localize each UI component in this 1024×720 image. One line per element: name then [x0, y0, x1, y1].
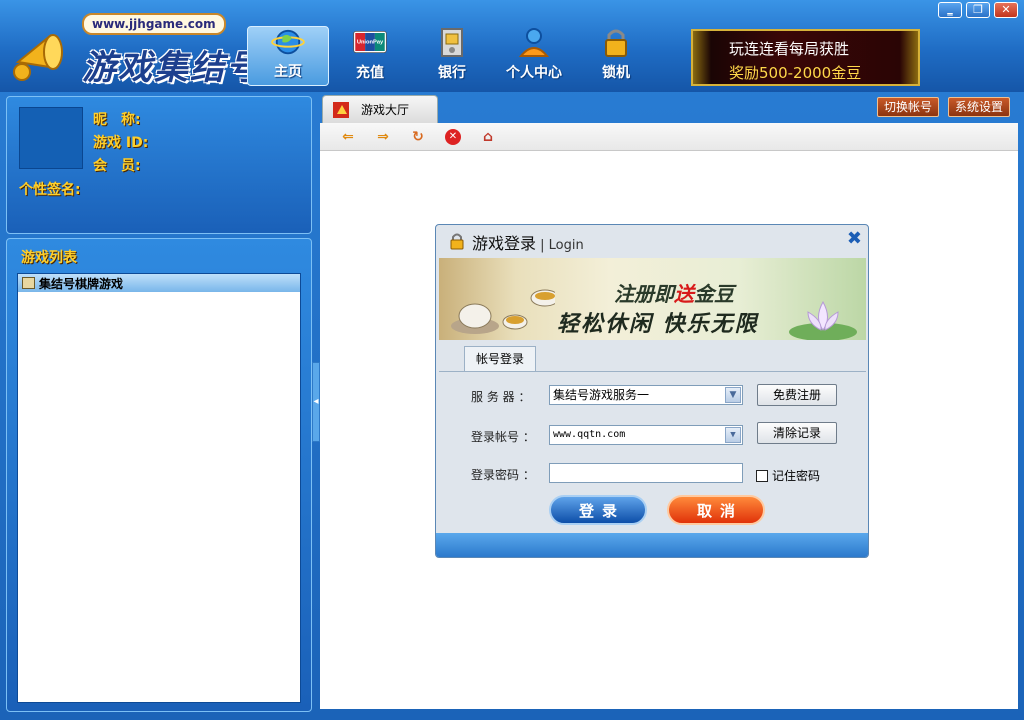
server-label: 服 务 器 ：: [471, 390, 531, 404]
nav-lock-label: 锁机: [602, 65, 630, 81]
nav-recharge[interactable]: UnionPay 充值: [329, 26, 411, 86]
back-icon[interactable]: ⇐: [340, 129, 356, 145]
nickname-label: 昵 称:: [93, 112, 141, 128]
switch-account-button[interactable]: 切换帐号: [877, 97, 940, 117]
dialog-banner: 注册即送金豆 轻松休闲 快乐无限: [439, 258, 866, 340]
chevron-down-icon[interactable]: ▼: [725, 427, 741, 443]
nav-bank[interactable]: 银行: [411, 26, 493, 86]
avatar[interactable]: [19, 107, 83, 169]
banner-line1: 注册即送金豆: [614, 278, 734, 307]
nav-home[interactable]: 主页: [247, 26, 329, 86]
tab-label: 游戏大厅: [361, 103, 410, 117]
system-settings-button[interactable]: 系统设置: [948, 97, 1011, 117]
forward-icon[interactable]: ⇒: [375, 129, 391, 145]
dialog-title-sub: | Login: [536, 238, 584, 253]
cancel-button[interactable]: 取消: [667, 495, 765, 525]
close-window-button[interactable]: ✕: [994, 2, 1018, 18]
nav-recharge-label: 充值: [356, 65, 384, 81]
server-select[interactable]: 集结号游戏服务一 ▼: [549, 385, 743, 405]
window-controls: ‗ ❐ ✕: [938, 2, 1018, 18]
game-list-panel: 游戏列表 集结号棋牌游戏: [6, 238, 312, 712]
remember-label: 记住密码: [772, 469, 821, 483]
dialog-title: 游戏登录 | Login: [472, 230, 584, 254]
promo-line2: 奖励500-2000金豆: [729, 64, 862, 82]
bank-icon: [441, 28, 463, 57]
nav-bank-label: 银行: [438, 65, 466, 81]
nav-home-label: 主页: [274, 64, 302, 80]
dialog-title-main: 游戏登录: [472, 234, 537, 253]
server-select-value: 集结号游戏服务一: [553, 388, 650, 402]
lock-icon: [450, 233, 464, 250]
login-dialog: 游戏登录 | Login ✖ 注册即送金豆 轻松休闲 快乐无限 帐号登录 服 务…: [435, 224, 869, 558]
game-list-title: 游戏列表: [21, 250, 77, 266]
globe-icon: [271, 29, 305, 55]
banner-line1-red: 送: [674, 282, 694, 306]
tab-account-login[interactable]: 帐号登录: [464, 346, 536, 372]
list-item[interactable]: 集结号棋牌游戏: [18, 274, 300, 292]
remember-password[interactable]: 记住密码: [756, 467, 820, 484]
remember-checkbox[interactable]: [756, 469, 768, 482]
padlock-icon: [605, 29, 627, 57]
banner-line2: 轻松休闲 快乐无限: [557, 311, 759, 337]
free-register-button[interactable]: 免费注册: [757, 384, 837, 406]
chevron-down-icon[interactable]: ▼: [725, 387, 741, 403]
site-url-badge[interactable]: www.jjhgame.com: [82, 13, 226, 35]
panel-collapse-handle[interactable]: ◂: [312, 362, 320, 442]
nav-user-center-label: 个人中心: [506, 65, 562, 81]
lobby-tab-icon: [333, 101, 349, 118]
dialog-footer: [436, 533, 868, 557]
account-label: 登录帐号 ：: [471, 430, 535, 444]
account-select-value: www.qqtn.com: [553, 429, 626, 440]
password-field[interactable]: [549, 463, 743, 483]
header-bar: www.jjhgame.com 游戏集结号 主页 UnionPay 充值 银行 …: [0, 0, 1024, 92]
member-label: 会 员:: [93, 158, 141, 174]
minimize-button[interactable]: ‗: [938, 2, 962, 18]
clear-records-button[interactable]: 清除记录: [757, 422, 837, 444]
account-select[interactable]: www.qqtn.com ▼: [549, 425, 743, 445]
nav-lock[interactable]: 锁机: [575, 26, 657, 86]
close-icon[interactable]: ✖: [847, 228, 862, 249]
user-center-icon: [518, 28, 550, 57]
game-item-label: 集结号棋牌游戏: [39, 276, 124, 291]
user-info-panel: 昵 称: 游戏 ID: 会 员: 个性签名:: [6, 96, 312, 234]
app-logo-text: 游戏集结号: [82, 48, 252, 88]
promo-line1: 玩连连看每局获胜: [729, 40, 850, 58]
svg-text:UnionPay: UnionPay: [357, 40, 384, 46]
tea-set-icon: [451, 289, 555, 334]
login-button[interactable]: 登录: [549, 495, 647, 525]
game-id-label: 游戏 ID:: [93, 135, 149, 151]
lotus-icon: [789, 300, 857, 340]
refresh-icon[interactable]: ↻: [410, 129, 426, 145]
login-form: 服 务 器 ： 集结号游戏服务一 ▼ 免费注册 登录帐号 ： www.qqtn.…: [439, 371, 866, 531]
banner-line1-a: 注册即: [614, 282, 674, 306]
nav-user-center[interactable]: 个人中心: [493, 26, 575, 86]
banner-line1-b: 金豆: [694, 282, 734, 306]
main-nav: 主页 UnionPay 充值 银行 个人中心 锁机: [247, 26, 657, 86]
horn-logo-icon: [13, 34, 63, 81]
browser-toolbar: ⇐ ⇒ ↻ ✕ ⌂: [320, 123, 1018, 151]
game-list-box: 集结号棋牌游戏: [17, 273, 301, 703]
unionpay-card-icon: UnionPay: [353, 30, 387, 54]
restore-button[interactable]: ❐: [966, 2, 990, 18]
tab-game-lobby[interactable]: 游戏大厅: [322, 95, 438, 123]
home-icon[interactable]: ⌂: [480, 129, 496, 145]
game-item-icon: [22, 277, 35, 289]
password-label: 登录密码 ：: [471, 468, 535, 482]
app-window: www.jjhgame.com 游戏集结号 主页 UnionPay 充值 银行 …: [0, 0, 1024, 720]
promo-banner[interactable]: 玩连连看每局获胜 奖励500-2000金豆: [691, 29, 920, 86]
stop-icon[interactable]: ✕: [445, 128, 461, 145]
signature-label: 个性签名:: [19, 182, 81, 198]
